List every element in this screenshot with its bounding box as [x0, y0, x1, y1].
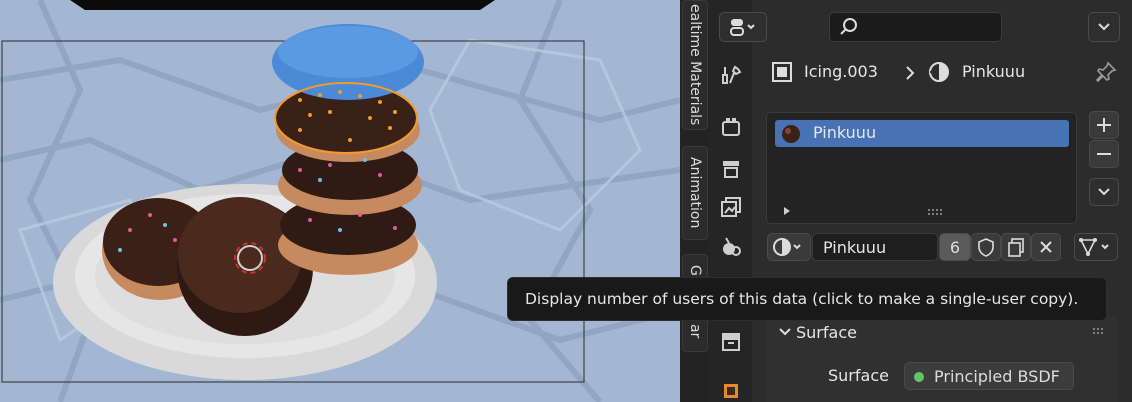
material-slot-list[interactable]: Pinkuuu [766, 112, 1077, 224]
search-input[interactable] [829, 12, 1002, 42]
material-name-field[interactable]: Pinkuuu [812, 233, 938, 261]
unlink-material-button[interactable] [1031, 233, 1061, 261]
breadcrumb-material: Pinkuuu [962, 62, 1026, 81]
material-slot-label: Pinkuuu [813, 123, 877, 142]
viewport-scene [0, 0, 680, 402]
view-layer-icon[interactable] [720, 196, 742, 218]
tooltip: Display number of users of this data (cl… [507, 277, 1107, 321]
user-count-text: 6 [949, 237, 961, 257]
mesh-object-icon [772, 62, 792, 82]
output-icon[interactable] [720, 158, 742, 180]
shield-icon [978, 238, 994, 257]
options-dropdown-button[interactable] [1088, 12, 1120, 42]
mesh-data-icon [1079, 238, 1109, 256]
shader-socket-dot [914, 372, 924, 382]
sidebar-tabs: ealtime Materials Animation G ar [680, 0, 708, 402]
material-preview-icon [782, 125, 800, 143]
fake-user-button[interactable] [971, 233, 1001, 261]
browse-material-button[interactable] [767, 233, 811, 261]
object-icon[interactable] [720, 380, 742, 402]
user-count-button[interactable]: 6 [939, 233, 971, 261]
tab-label: Animation [687, 157, 703, 229]
slot-specials-button[interactable] [1089, 178, 1119, 206]
duplicate-icon [1008, 238, 1024, 257]
drag-grip-icon[interactable] [1092, 327, 1106, 335]
chevron-right-icon [906, 66, 915, 80]
tooltip-text: Display number of users of this data (cl… [525, 290, 1079, 308]
properties-editor-icon [730, 19, 755, 36]
pin-icon[interactable] [1094, 60, 1118, 84]
add-slot-button[interactable] [1089, 111, 1119, 139]
3d-viewport[interactable] [0, 0, 680, 402]
surface-panel: Surface Surface Principled BSDF [766, 316, 1118, 402]
material-name-text: Pinkuuu [823, 238, 887, 257]
tab-label: ar [687, 323, 703, 339]
tab-animation[interactable]: Animation [682, 146, 708, 240]
search-icon [840, 18, 857, 35]
link-type-button[interactable] [1074, 233, 1118, 261]
material-icon [773, 238, 801, 256]
panel-title[interactable]: Surface [796, 323, 857, 342]
material-icon [929, 62, 949, 82]
remove-slot-button[interactable] [1089, 140, 1119, 168]
chevron-down-icon [1098, 188, 1110, 196]
new-material-button[interactable] [1001, 233, 1031, 261]
resize-grip-icon[interactable] [927, 208, 945, 216]
properties-tab-column [708, 0, 752, 402]
tab-realtime-materials[interactable]: ealtime Materials [682, 0, 708, 130]
scene-icon[interactable] [720, 236, 742, 258]
tab-label: ealtime Materials [687, 4, 703, 126]
minus-icon [1097, 153, 1111, 155]
material-slot-item[interactable]: Pinkuuu [775, 120, 1069, 147]
editor-type-button[interactable] [719, 12, 767, 42]
expand-triangle-icon[interactable] [782, 206, 792, 216]
tab-label: G [687, 264, 703, 276]
shader-select[interactable]: Principled BSDF [904, 362, 1074, 390]
tool-icon[interactable] [720, 64, 742, 86]
breadcrumb-object: Icing.003 [804, 62, 878, 81]
render-icon[interactable] [720, 116, 742, 138]
chevron-down-icon [1098, 23, 1110, 31]
collection-icon[interactable] [720, 330, 742, 352]
plus-icon [1097, 118, 1111, 132]
close-icon [1040, 241, 1052, 253]
shader-name: Principled BSDF [934, 367, 1060, 386]
chevron-down-icon[interactable] [778, 326, 792, 338]
surface-label: Surface [828, 366, 889, 385]
